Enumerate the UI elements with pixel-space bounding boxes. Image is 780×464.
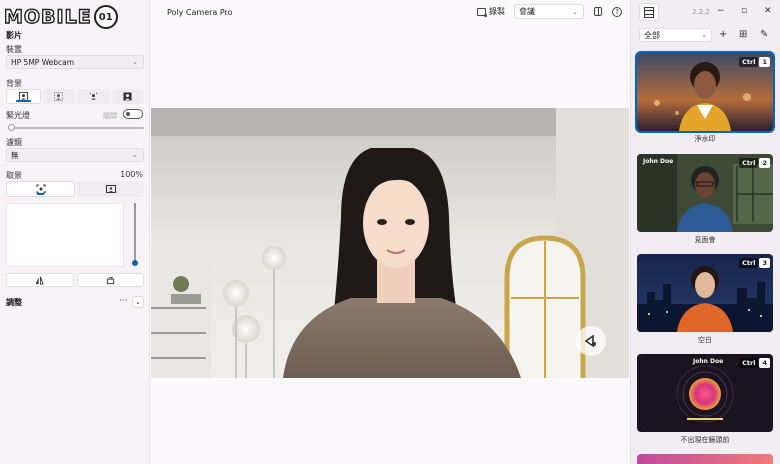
- scene-label-4: 不出現在鏡頭前: [680, 436, 730, 444]
- camera-stage: [150, 24, 630, 464]
- scene-card-1[interactable]: Ctrl 1: [635, 51, 775, 133]
- minimize-icon[interactable]: −: [717, 6, 725, 16]
- image-person-icon: [123, 92, 132, 101]
- zoom-slider-track[interactable]: [134, 203, 136, 261]
- background-effect-button[interactable]: [77, 89, 110, 104]
- filter-value: 無: [11, 150, 19, 160]
- chevron-down-icon: ⌄: [132, 58, 138, 66]
- rotate-button[interactable]: [76, 273, 144, 287]
- poly-glyph: [584, 334, 596, 348]
- scene-card-3[interactable]: Ctrl 3: [637, 254, 773, 332]
- app-title: Poly Camera Pro: [167, 8, 233, 17]
- left-settings-panel: MOBILE 01 影片 裝置 HP 5MP Webcam ⌄ 背景 緊光燈 關…: [0, 0, 150, 464]
- light-toggle[interactable]: [123, 109, 143, 119]
- mirror-options: [6, 273, 144, 287]
- scene-filter-select[interactable]: 全部 ⌄: [639, 28, 712, 42]
- record-button[interactable]: 錄製: [477, 6, 505, 17]
- manual-frame-icon: [105, 185, 116, 193]
- poly-logo-icon[interactable]: [576, 326, 606, 356]
- record-label: 錄製: [489, 7, 505, 16]
- grid-icon[interactable]: ⊞: [739, 29, 747, 40]
- auto-framing-button[interactable]: [6, 181, 75, 197]
- sparkle-person-icon: [89, 92, 98, 100]
- device-select[interactable]: HP 5MP Webcam ⌄: [6, 55, 144, 69]
- close-icon[interactable]: ✕: [764, 6, 772, 16]
- edit-brush-icon[interactable]: ✎: [760, 29, 768, 40]
- light-slider-thumb[interactable]: [8, 124, 15, 131]
- background-blur-button[interactable]: [42, 89, 75, 104]
- scene-label-2: 見面會: [694, 236, 716, 244]
- scene-name-2: John Doe: [643, 158, 674, 165]
- framing-preview[interactable]: [6, 203, 124, 267]
- app-window: MOBILE 01 影片 裝置 HP 5MP Webcam ⌄ 背景 緊光燈 關…: [0, 0, 780, 464]
- scene-card-5-partial[interactable]: [637, 454, 773, 464]
- shortcut-badge: Ctrl 3: [739, 258, 770, 268]
- mirror-icon: [36, 276, 44, 285]
- person-icon: [18, 92, 28, 101]
- scene-label-1: 淨水印: [694, 135, 716, 143]
- section-title: 影片: [6, 31, 22, 40]
- device-label: 裝置: [6, 45, 22, 54]
- panel-icon: [644, 6, 654, 18]
- framing-options: [6, 181, 144, 197]
- shortcut-badge: Ctrl 2: [739, 158, 770, 168]
- scene-name-4: John Doe: [693, 358, 724, 365]
- logo-badge: 01: [93, 5, 118, 29]
- adjust-label: 調整: [6, 298, 22, 307]
- light-state: 關閉: [103, 112, 117, 120]
- rotate-icon: [106, 276, 114, 284]
- add-icon[interactable]: +: [719, 29, 727, 40]
- split-view-icon[interactable]: [594, 7, 602, 16]
- shortcut-badge: Ctrl 4: [739, 358, 770, 368]
- blur-person-icon: [54, 92, 64, 101]
- version-label: 2.2.2: [692, 8, 710, 16]
- chevron-down-icon: ⌄: [572, 8, 578, 16]
- help-icon[interactable]: ?: [612, 7, 622, 17]
- chevron-down-icon: ⌄: [701, 31, 707, 39]
- scene-card-4[interactable]: John Doe Ctrl 4: [637, 354, 773, 432]
- mirror-button[interactable]: [6, 273, 74, 287]
- background-label: 背景: [6, 79, 22, 88]
- zoom-value: 100%: [120, 170, 143, 179]
- brand-logo: MOBILE 01: [3, 4, 149, 30]
- scene-filter-value: 全部: [644, 30, 660, 40]
- camera-feed-image: [151, 108, 629, 378]
- scene-label-3: 空白: [698, 336, 712, 344]
- mode-select[interactable]: 會議 ⌄: [514, 4, 584, 19]
- mode-value: 會議: [519, 7, 535, 16]
- background-none-button[interactable]: [6, 89, 41, 104]
- light-slider-track[interactable]: [10, 127, 144, 129]
- logo-text: MOBILE: [3, 5, 92, 28]
- record-icon: [477, 7, 487, 17]
- light-label: 緊光燈: [6, 111, 30, 120]
- zoom-slider-thumb[interactable]: [132, 260, 138, 266]
- more-icon[interactable]: ···: [119, 296, 128, 306]
- auto-frame-icon: [36, 184, 45, 194]
- panel-toggle-button[interactable]: [639, 3, 659, 21]
- background-options: [6, 89, 144, 104]
- title-bar: Poly Camera Pro 錄製 會議 ⌄ ?: [150, 0, 630, 24]
- camera-preview[interactable]: [151, 108, 629, 378]
- scene-card-2[interactable]: John Doe Ctrl 2: [637, 154, 773, 232]
- filter-label: 濾鏡: [6, 138, 22, 147]
- filter-select[interactable]: 無 ⌄: [6, 148, 144, 162]
- device-value: HP 5MP Webcam: [11, 57, 75, 67]
- scenes-panel: 2.2.2 − ▫ ✕ 全部 ⌄ + ⊞ ✎ Ctrl 1 淨水印 John D…: [630, 0, 780, 464]
- framing-label: 取景: [6, 171, 22, 180]
- chevron-down-icon: ⌄: [132, 151, 138, 159]
- manual-framing-button[interactable]: [77, 181, 144, 197]
- shortcut-badge: Ctrl 1: [739, 57, 770, 67]
- maximize-icon[interactable]: ▫: [741, 6, 747, 16]
- chevron-down-icon[interactable]: ⌄: [132, 296, 144, 308]
- background-image-button[interactable]: [111, 89, 144, 104]
